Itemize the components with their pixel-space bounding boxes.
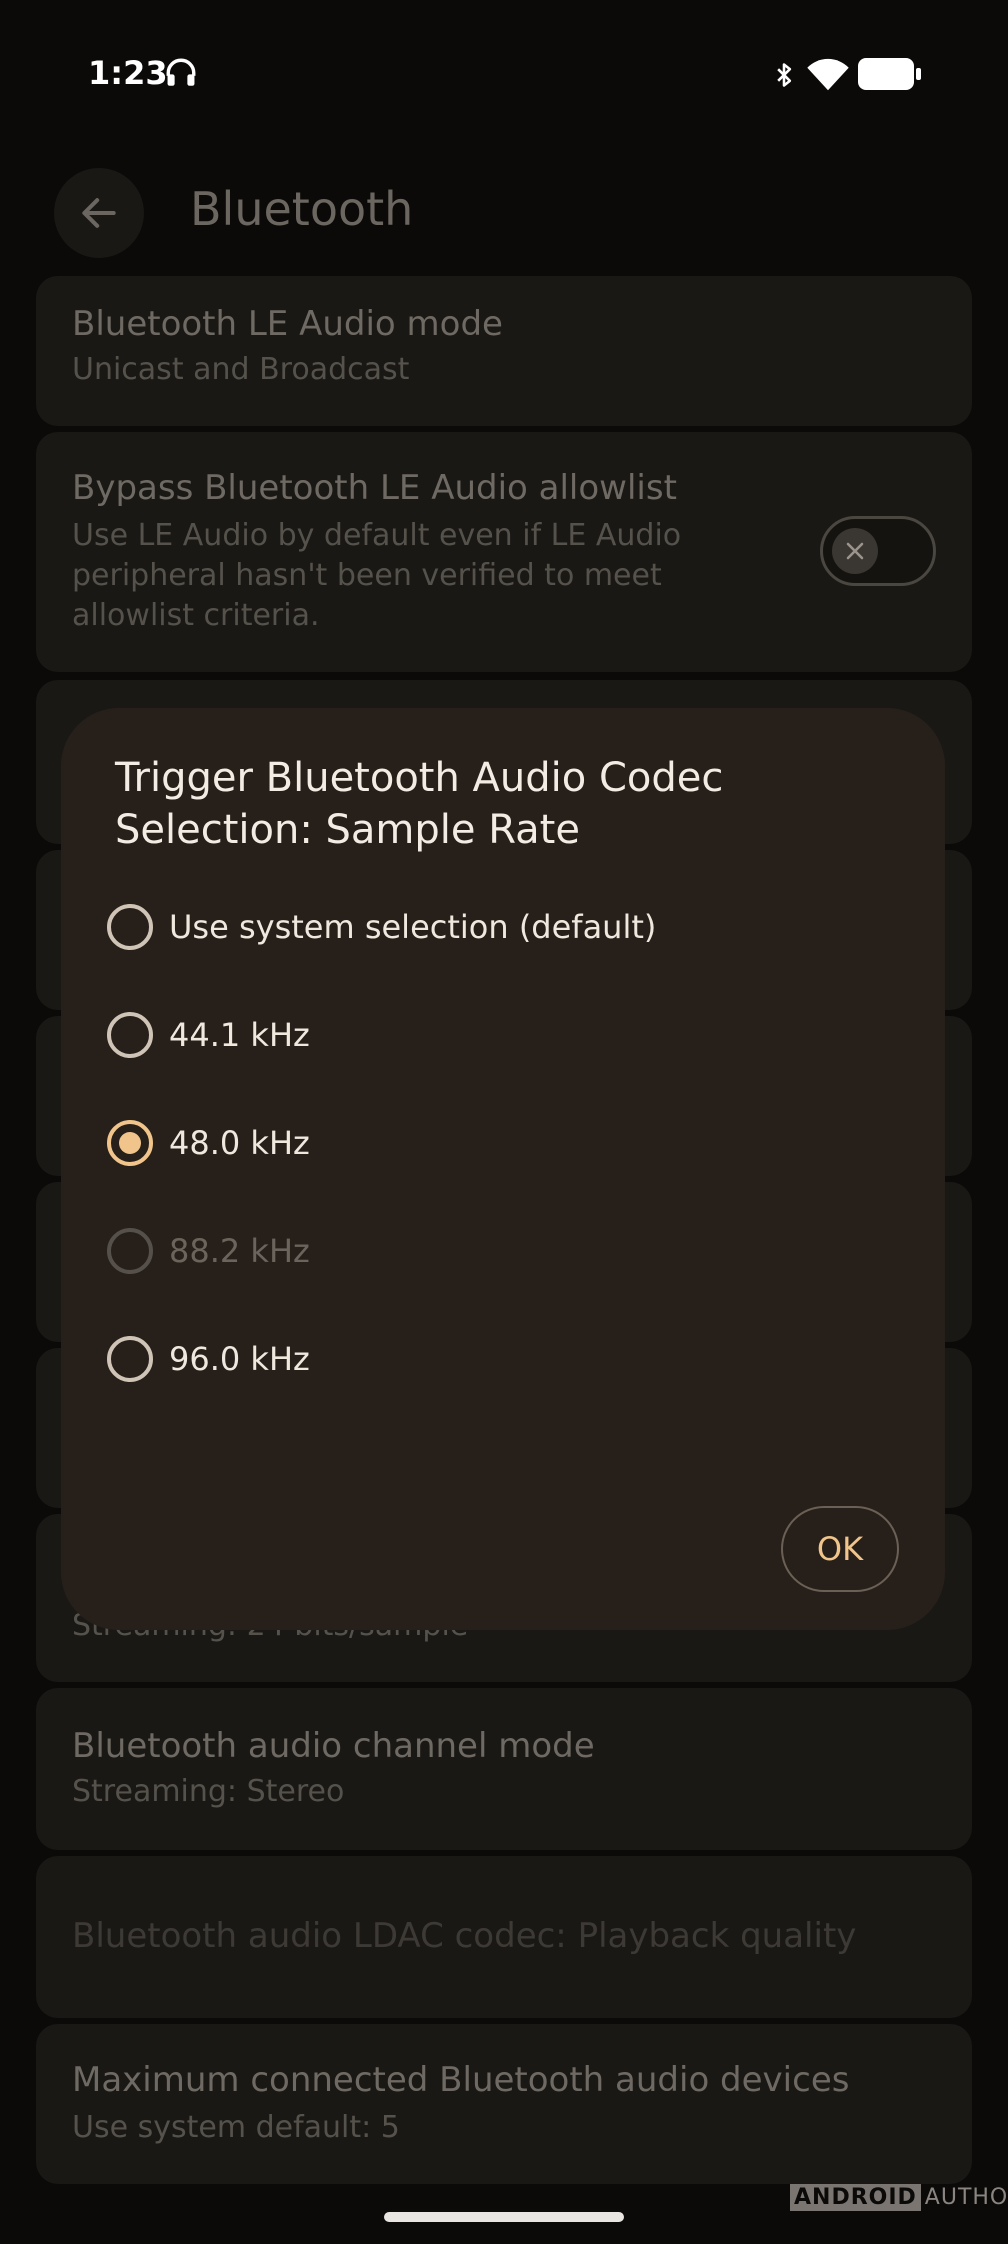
setting-summary-line: peripheral hasn't been verified to meet xyxy=(72,558,662,593)
option-88-2-khz: 88.2 kHz xyxy=(107,1206,897,1296)
setting-summary: Streaming: Stereo xyxy=(72,1774,345,1809)
option-system-default[interactable]: Use system selection (default) xyxy=(107,882,897,972)
setting-channel-mode[interactable]: Bluetooth audio channel mode Streaming: … xyxy=(36,1688,972,1850)
setting-title: Maximum connected Bluetooth audio device… xyxy=(72,2060,850,2100)
setting-summary-line: allowlist criteria. xyxy=(72,598,320,633)
setting-title: Bluetooth LE Audio mode xyxy=(72,304,503,344)
setting-summary: Use system default: 5 xyxy=(72,2110,400,2145)
screen: 1:23 Bluetooth Bluetooth LE Audio mode U… xyxy=(0,0,1008,2244)
gesture-nav-handle[interactable] xyxy=(384,2212,624,2222)
option-label: 96.0 kHz xyxy=(169,1340,310,1378)
sample-rate-dialog: Trigger Bluetooth Audio Codec Selection:… xyxy=(61,708,945,1630)
setting-title: Bluetooth audio channel mode xyxy=(72,1726,595,1766)
watermark: ANDROID AUTHORITY xyxy=(790,2184,1008,2211)
setting-le-audio-mode[interactable]: Bluetooth LE Audio mode Unicast and Broa… xyxy=(36,276,972,426)
setting-title: Bypass Bluetooth LE Audio allowlist xyxy=(72,468,677,508)
setting-title: Bluetooth audio LDAC codec: Playback qua… xyxy=(72,1916,857,1956)
option-44-1-khz[interactable]: 44.1 kHz xyxy=(107,990,897,1080)
bluetooth-icon xyxy=(777,63,792,87)
watermark-boxed: ANDROID xyxy=(790,2184,921,2211)
back-button[interactable] xyxy=(54,168,144,258)
option-48-khz[interactable]: 48.0 kHz xyxy=(107,1098,897,1188)
radio-button-disabled xyxy=(107,1228,153,1274)
close-icon xyxy=(846,542,864,560)
option-label: 48.0 kHz xyxy=(169,1124,310,1162)
option-label: 44.1 kHz xyxy=(169,1016,310,1054)
radio-button[interactable] xyxy=(107,1012,153,1058)
setting-ldac-quality: Bluetooth audio LDAC codec: Playback qua… xyxy=(36,1856,972,2018)
battery-icon xyxy=(858,58,921,90)
setting-summary-line: Use LE Audio by default even if LE Audio xyxy=(72,518,682,553)
radio-button[interactable] xyxy=(107,904,153,950)
toggle-knob xyxy=(832,528,878,574)
radio-button-selected[interactable] xyxy=(107,1120,153,1166)
bypass-allowlist-toggle[interactable] xyxy=(820,516,936,586)
watermark-text: AUTHORITY xyxy=(924,2185,1008,2210)
headphones-icon xyxy=(166,58,196,86)
setting-max-devices[interactable]: Maximum connected Bluetooth audio device… xyxy=(36,2024,972,2184)
wifi-icon xyxy=(807,58,849,91)
radio-button[interactable] xyxy=(107,1336,153,1382)
page-title: Bluetooth xyxy=(190,182,414,236)
option-96-khz[interactable]: 96.0 kHz xyxy=(107,1314,897,1404)
ok-button[interactable]: OK xyxy=(781,1506,899,1592)
dialog-title: Trigger Bluetooth Audio Codec Selection:… xyxy=(115,755,724,853)
status-bar: 1:23 xyxy=(0,0,1008,150)
option-label: 88.2 kHz xyxy=(169,1232,310,1270)
setting-summary: Unicast and Broadcast xyxy=(72,352,410,387)
option-label: Use system selection (default) xyxy=(169,908,657,946)
status-time: 1:23 xyxy=(88,54,168,92)
arrow-back-icon xyxy=(82,198,116,228)
